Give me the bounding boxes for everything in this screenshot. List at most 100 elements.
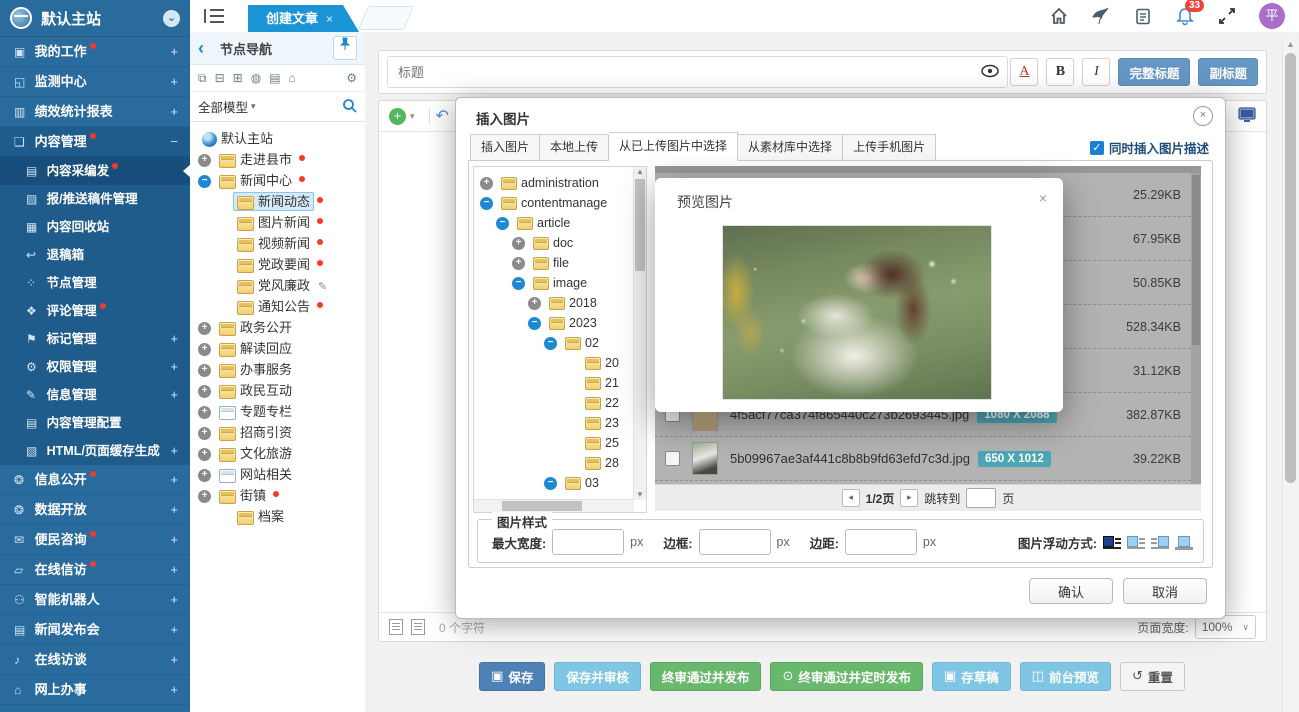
file-row[interactable]: 5b09967ae3af441c8b8b9fd63efd7c3d.jpg 650… bbox=[655, 437, 1191, 481]
tree-node[interactable]: +政民互动✎ bbox=[198, 380, 365, 401]
folder-tree-node[interactable]: 25 bbox=[476, 433, 644, 453]
tree-node[interactable]: +解读回应✎ bbox=[198, 338, 365, 359]
folder-tree-node[interactable]: −contentmanage bbox=[476, 193, 644, 213]
collapse-panel-icon[interactable]: ‹ bbox=[198, 38, 214, 59]
next-page-button[interactable]: ▸ bbox=[900, 489, 918, 507]
eye-icon[interactable] bbox=[980, 64, 1002, 81]
tree-expander[interactable]: − bbox=[198, 175, 211, 188]
tree-node[interactable]: +文化旅游✎ bbox=[198, 443, 365, 464]
tree-expander[interactable] bbox=[216, 301, 229, 314]
tree-tool-icon[interactable]: ⊞ bbox=[233, 71, 243, 85]
sidebar-item[interactable]: ▤ 新闻发布会 + bbox=[0, 615, 190, 645]
tree-expander[interactable]: − bbox=[528, 317, 541, 330]
tree-expander[interactable]: + bbox=[198, 406, 211, 419]
folder-tree-node[interactable]: −02 bbox=[476, 333, 644, 353]
tree-node[interactable]: 默认主站✎ bbox=[198, 128, 365, 149]
insert-description-checkbox[interactable]: ✓ 同时插入图片描述 bbox=[1090, 138, 1209, 157]
title-input[interactable] bbox=[387, 56, 1008, 88]
dialog-tab[interactable]: 从素材库中选择 bbox=[738, 134, 843, 161]
scrollbar-thumb[interactable] bbox=[502, 501, 582, 511]
folder-tree-node[interactable]: +administration bbox=[476, 173, 644, 193]
folder-tree-node[interactable]: 28 bbox=[476, 453, 644, 473]
tree-expander[interactable]: − bbox=[544, 477, 557, 490]
tree-scrollbar-horizontal[interactable] bbox=[474, 499, 634, 512]
tree-settings-icon[interactable]: ⚙ bbox=[346, 71, 357, 85]
tree-node[interactable]: 新闻动态✎ bbox=[198, 191, 365, 212]
prev-page-button[interactable]: ◂ bbox=[842, 489, 860, 507]
tab-create-article[interactable]: 创建文章× bbox=[248, 5, 359, 32]
sidebar-item[interactable]: ▦ 内容回收站 bbox=[0, 213, 190, 241]
tree-expander[interactable] bbox=[216, 280, 229, 293]
cancel-button[interactable]: 取消 bbox=[1123, 578, 1207, 604]
tree-expander[interactable] bbox=[564, 457, 577, 470]
italic-button[interactable]: I bbox=[1082, 58, 1110, 86]
sidebar-item[interactable]: ❖ 评论管理 bbox=[0, 297, 190, 325]
folder-tree-node[interactable]: +2018 bbox=[476, 293, 644, 313]
tree-expander[interactable]: − bbox=[512, 277, 525, 290]
max-width-input[interactable] bbox=[552, 529, 624, 555]
tree-expander[interactable]: + bbox=[198, 343, 211, 356]
tree-expander[interactable] bbox=[564, 437, 577, 450]
checkbox-checked-icon[interactable]: ✓ bbox=[1090, 141, 1104, 155]
sidebar-item[interactable]: ❏ 内容管理 − bbox=[0, 127, 190, 157]
avatar[interactable]: 平 bbox=[1259, 3, 1285, 29]
sidebar-item[interactable]: ⚙ 权限管理 + bbox=[0, 353, 190, 381]
sidebar-item[interactable]: ▣ 我的工作 + bbox=[0, 37, 190, 67]
sidebar-item[interactable]: ▨ 报/推送稿件管理 bbox=[0, 185, 190, 213]
sidebar-item[interactable]: ↩ 退稿箱 bbox=[0, 241, 190, 269]
folder-tree-node[interactable]: −03 bbox=[476, 473, 644, 493]
undo-icon[interactable]: ↶ bbox=[436, 106, 449, 126]
folder-tree-node[interactable]: +doc bbox=[476, 233, 644, 253]
tree-expander[interactable]: + bbox=[198, 364, 211, 377]
footer-action-button[interactable]: ▣保存 bbox=[479, 662, 545, 691]
tree-node[interactable]: +专题专栏✎ bbox=[198, 401, 365, 422]
tab-close-icon[interactable]: × bbox=[326, 12, 333, 26]
sidebar-item[interactable]: ▧ HTML/页面缓存生成 + bbox=[0, 437, 190, 465]
list-scrollbar-vertical[interactable] bbox=[1191, 173, 1201, 485]
dialog-tab[interactable]: 本地上传 bbox=[540, 134, 609, 161]
scrollbar-thumb[interactable] bbox=[1285, 53, 1296, 483]
collapse-sidebar-icon[interactable] bbox=[204, 9, 224, 23]
tree-tool-icon[interactable]: ⊟ bbox=[215, 71, 225, 85]
add-content-icon[interactable]: + bbox=[389, 108, 406, 125]
jump-page-input[interactable] bbox=[966, 488, 996, 508]
tree-node[interactable]: 党风廉政✎ bbox=[198, 275, 365, 296]
tree-expander[interactable]: − bbox=[480, 197, 493, 210]
folder-tree-node[interactable]: 20 bbox=[476, 353, 644, 373]
chevron-down-icon[interactable]: ⌄ bbox=[163, 10, 180, 27]
folder-tree-node[interactable]: −2023 bbox=[476, 313, 644, 333]
scroll-up-arrow[interactable]: ▲ bbox=[1283, 39, 1298, 49]
scroll-up-arrow[interactable]: ▲ bbox=[634, 167, 646, 177]
tree-expander[interactable] bbox=[216, 511, 229, 524]
bird-icon[interactable] bbox=[1091, 6, 1111, 26]
tree-expander[interactable] bbox=[216, 259, 229, 272]
tree-expander[interactable] bbox=[564, 357, 577, 370]
sidebar-item[interactable]: ◱ 监测中心 + bbox=[0, 67, 190, 97]
preview-close-icon[interactable]: × bbox=[1039, 190, 1047, 206]
folder-tree-node[interactable]: +file bbox=[476, 253, 644, 273]
footer-action-button[interactable]: 终审通过并发布 bbox=[650, 662, 762, 691]
footer-action-button[interactable]: ⊙终审通过并定时发布 bbox=[770, 662, 922, 691]
confirm-button[interactable]: 确认 bbox=[1029, 578, 1113, 604]
tree-expander[interactable]: + bbox=[198, 385, 211, 398]
tree-node[interactable]: −新闻中心✎ bbox=[198, 170, 365, 191]
folder-tree-node[interactable]: 22 bbox=[476, 393, 644, 413]
tree-expander[interactable]: + bbox=[198, 448, 211, 461]
tree-expander[interactable] bbox=[216, 196, 229, 209]
bell-icon[interactable]: 33 bbox=[1175, 6, 1195, 26]
subtitle-button[interactable]: 副标题 bbox=[1198, 58, 1258, 86]
tree-expander[interactable]: + bbox=[198, 154, 211, 167]
tree-expander[interactable]: + bbox=[528, 297, 541, 310]
folder-tree-node[interactable]: −article bbox=[476, 213, 644, 233]
footer-action-button[interactable]: ▣存草稿 bbox=[932, 662, 1011, 691]
monitor-icon[interactable] bbox=[1238, 107, 1256, 126]
sidebar-item[interactable]: ♪ 在线访谈 + bbox=[0, 645, 190, 675]
tree-tool-icon[interactable]: ◍ bbox=[251, 71, 261, 85]
sidebar-item[interactable]: ▤ 内容管理配置 bbox=[0, 409, 190, 437]
dialog-tab[interactable]: 从已上传图片中选择 bbox=[609, 132, 738, 161]
tree-node[interactable]: +办事服务✎ bbox=[198, 359, 365, 380]
tree-expander[interactable]: + bbox=[198, 469, 211, 482]
tree-expander[interactable] bbox=[564, 417, 577, 430]
fullscreen-icon[interactable] bbox=[1217, 6, 1237, 26]
sidebar-header[interactable]: 默认主站 ⌄ bbox=[0, 0, 190, 37]
